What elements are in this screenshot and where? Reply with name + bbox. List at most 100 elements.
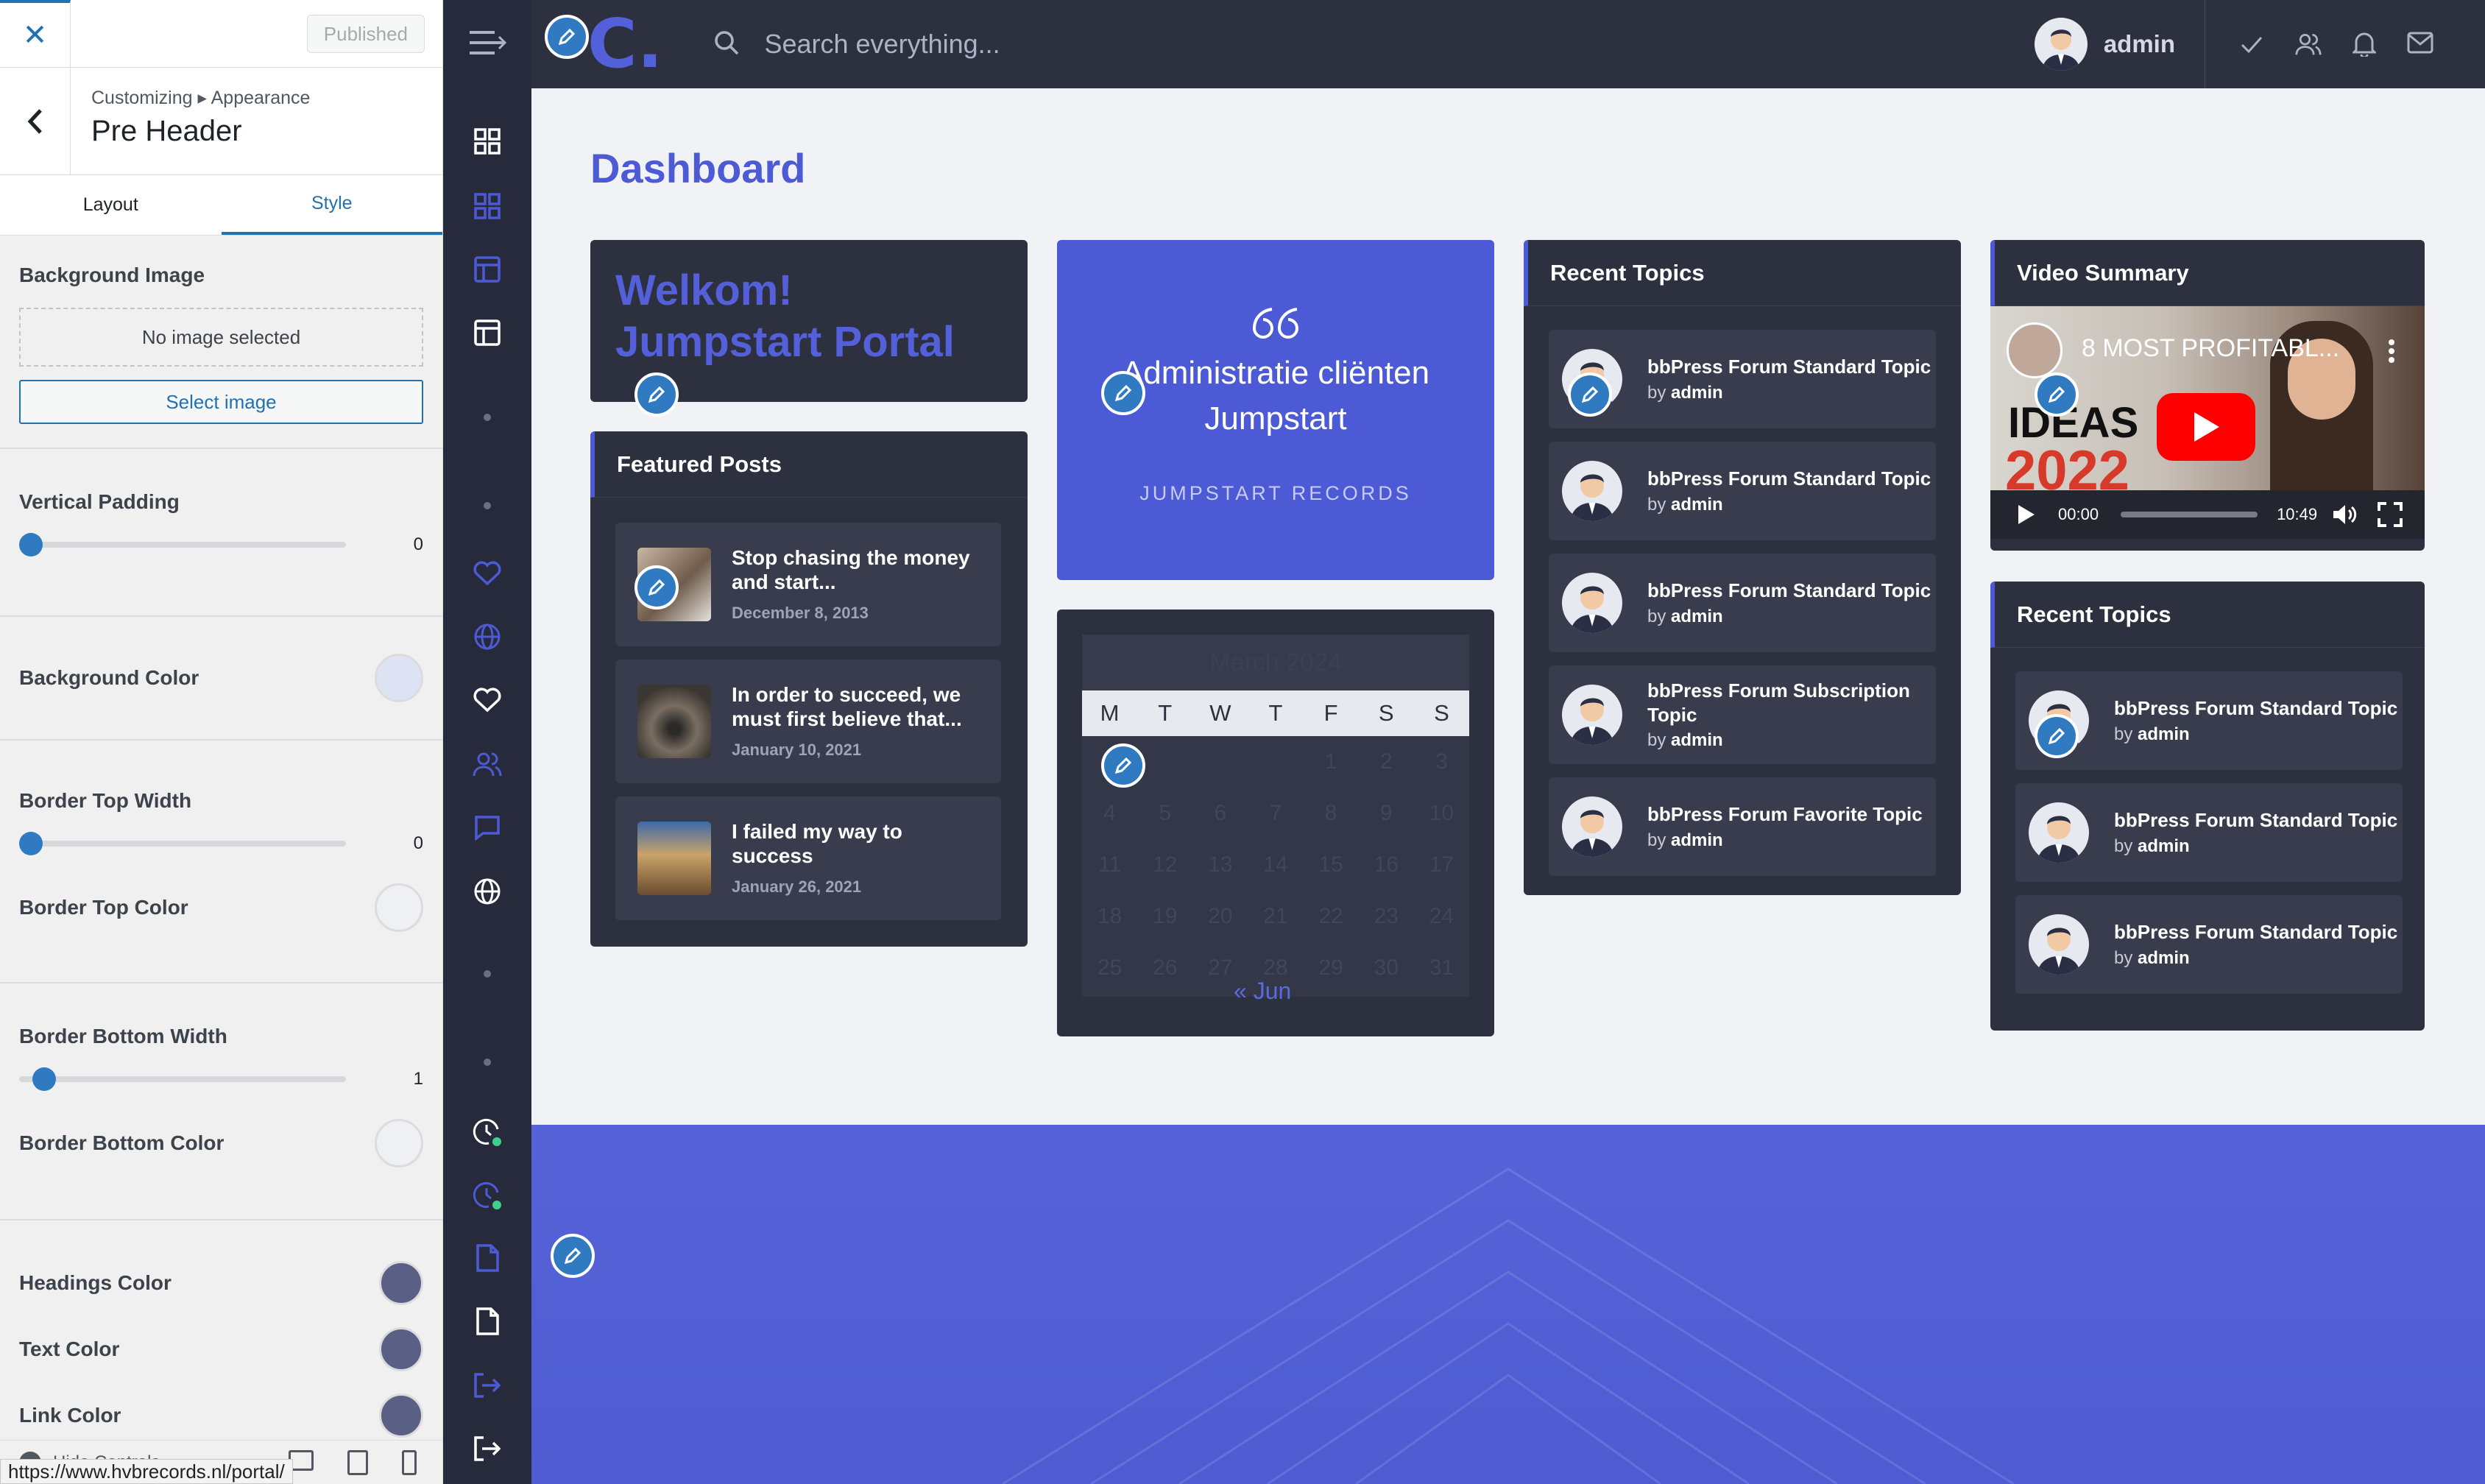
border-top-width-slider-handle[interactable] — [19, 832, 43, 855]
youtube-play-button[interactable] — [2157, 393, 2255, 461]
back-button[interactable] — [0, 68, 71, 174]
calendar-date[interactable]: 20 — [1192, 891, 1248, 942]
calendar-date[interactable]: 22 — [1304, 891, 1359, 942]
border-bottom-color-swatch[interactable] — [375, 1119, 423, 1167]
calendar-date[interactable]: 10 — [1414, 788, 1469, 839]
calendar-date[interactable]: 19 — [1137, 891, 1192, 942]
topic-title[interactable]: bbPress Forum Favorite Topic — [1647, 802, 1934, 827]
topic-title[interactable]: bbPress Forum Standard Topic — [2114, 920, 2401, 944]
edit-logo-pin[interactable] — [545, 15, 589, 59]
users-icon[interactable] — [2295, 32, 2322, 57]
tab-style[interactable]: Style — [221, 175, 442, 235]
list-item[interactable]: bbPress Forum Standard Topic by admin — [2015, 895, 2403, 994]
sidebar-item-layout[interactable] — [443, 256, 531, 283]
list-item[interactable]: bbPress Forum Subscription Topic by admin — [1549, 665, 1936, 764]
list-item[interactable]: bbPress Forum Standard Topic by admin — [1549, 330, 1936, 428]
published-button[interactable]: Published — [306, 15, 425, 53]
user-name[interactable]: admin — [2104, 30, 2175, 58]
list-item[interactable]: bbPress Forum Standard Topic by admin — [1549, 554, 1936, 652]
sidebar-item-favorites[interactable] — [443, 561, 531, 586]
check-icon[interactable] — [2239, 32, 2264, 57]
calendar-date[interactable]: 13 — [1192, 839, 1248, 891]
tab-layout[interactable]: Layout — [0, 175, 222, 235]
sidebar-item-network[interactable] — [443, 623, 531, 651]
site-logo[interactable]: C. — [587, 10, 662, 78]
sidebar-item-likes[interactable] — [443, 688, 531, 713]
search-icon[interactable] — [714, 30, 739, 59]
volume-icon[interactable] — [2332, 504, 2357, 526]
calendar-date[interactable]: 23 — [1359, 891, 1414, 942]
play-icon[interactable] — [2017, 504, 2036, 526]
sidebar-item-timeline[interactable] — [443, 1181, 531, 1210]
calendar-date[interactable]: 1 — [1304, 736, 1359, 788]
list-item[interactable]: bbPress Forum Standard Topic by admin — [2015, 671, 2403, 770]
search-input[interactable]: Search everything... — [764, 29, 1000, 60]
sidebar-item-activity[interactable] — [443, 1117, 531, 1147]
calendar-date[interactable]: 8 — [1304, 788, 1359, 839]
calendar-date[interactable]: 3 — [1414, 736, 1469, 788]
bell-icon[interactable] — [2353, 32, 2376, 57]
calendar-date[interactable]: 16 — [1359, 839, 1414, 891]
edit-topics-pin[interactable] — [1568, 372, 1612, 417]
border-top-width-slider[interactable] — [19, 832, 346, 855]
border-bottom-width-slider[interactable] — [19, 1067, 346, 1091]
calendar-date[interactable]: 5 — [1137, 788, 1192, 839]
calendar-date[interactable]: 6 — [1192, 788, 1248, 839]
select-image-button[interactable]: Select image — [19, 380, 423, 424]
post-title[interactable]: I failed my way to success — [732, 820, 982, 869]
close-customizer-button[interactable]: ✕ — [0, 0, 71, 68]
sidebar-item-login[interactable] — [443, 1372, 531, 1399]
list-item[interactable]: bbPress Forum Favorite Topic by admin — [1549, 777, 1936, 876]
calendar-date[interactable]: 18 — [1082, 891, 1137, 942]
fullscreen-icon[interactable] — [2378, 502, 2403, 527]
list-item[interactable]: I failed my way to success January 26, 2… — [615, 796, 1001, 920]
calendar-date[interactable]: 14 — [1248, 839, 1303, 891]
post-title[interactable]: Stop chasing the money and start... — [732, 546, 982, 595]
avatar[interactable] — [2034, 18, 2088, 71]
sidebar-item-logout[interactable] — [443, 1435, 531, 1462]
link-color-swatch[interactable] — [379, 1393, 423, 1438]
calendar-date[interactable]: 15 — [1304, 839, 1359, 891]
sidebar-item-files[interactable] — [443, 1307, 531, 1335]
vertical-padding-slider[interactable] — [19, 533, 346, 556]
calendar-date[interactable]: 24 — [1414, 891, 1469, 942]
sidebar-item-site[interactable] — [443, 877, 531, 905]
calendar-date[interactable]: 17 — [1414, 839, 1469, 891]
mobile-preview-icon[interactable] — [402, 1449, 417, 1475]
calendar-date[interactable]: 4 — [1082, 788, 1137, 839]
list-item[interactable]: bbPress Forum Standard Topic by admin — [1549, 442, 1936, 540]
video-progress-bar[interactable] — [2121, 512, 2258, 517]
post-title[interactable]: In order to succeed, we must first belie… — [732, 683, 982, 732]
topic-title[interactable]: bbPress Forum Standard Topic — [1647, 579, 1934, 603]
headings-color-swatch[interactable] — [379, 1261, 423, 1305]
edit-quote-pin[interactable] — [1101, 371, 1145, 415]
calendar-date[interactable]: 30 — [1359, 942, 1414, 994]
calendar-date[interactable]: 7 — [1248, 788, 1303, 839]
more-vertical-icon[interactable] — [2388, 339, 2395, 364]
sidebar-item-apps[interactable] — [443, 193, 531, 219]
sidebar-item-documents[interactable] — [443, 1244, 531, 1272]
list-item[interactable]: bbPress Forum Standard Topic by admin — [2015, 783, 2403, 882]
text-color-swatch[interactable] — [379, 1327, 423, 1371]
sidebar-item-pages[interactable] — [443, 319, 531, 346]
topic-title[interactable]: bbPress Forum Standard Topic — [2114, 808, 2401, 833]
menu-toggle-button[interactable] — [443, 29, 531, 56]
calendar-date[interactable]: 12 — [1137, 839, 1192, 891]
background-color-swatch[interactable] — [375, 654, 423, 702]
topic-title[interactable]: bbPress Forum Standard Topic — [1647, 355, 1934, 379]
calendar-date[interactable]: 26 — [1137, 942, 1192, 994]
edit-hero-pin[interactable] — [551, 1234, 595, 1278]
topic-title[interactable]: bbPress Forum Standard Topic — [2114, 696, 2401, 721]
border-bottom-width-slider-handle[interactable] — [32, 1067, 56, 1091]
list-item[interactable]: In order to succeed, we must first belie… — [615, 660, 1001, 783]
calendar-date[interactable]: 25 — [1082, 942, 1137, 994]
edit-topics-secondary-pin[interactable] — [2035, 714, 2079, 758]
sidebar-item-dashboard[interactable] — [443, 128, 531, 155]
topic-title[interactable]: bbPress Forum Standard Topic — [1647, 467, 1934, 491]
calendar-date[interactable]: 9 — [1359, 788, 1414, 839]
calendar-date[interactable]: 31 — [1414, 942, 1469, 994]
calendar-date[interactable]: 21 — [1248, 891, 1303, 942]
sidebar-item-members[interactable] — [443, 751, 531, 777]
edit-video-pin[interactable] — [2035, 372, 2079, 417]
edit-calendar-pin[interactable] — [1101, 743, 1145, 788]
